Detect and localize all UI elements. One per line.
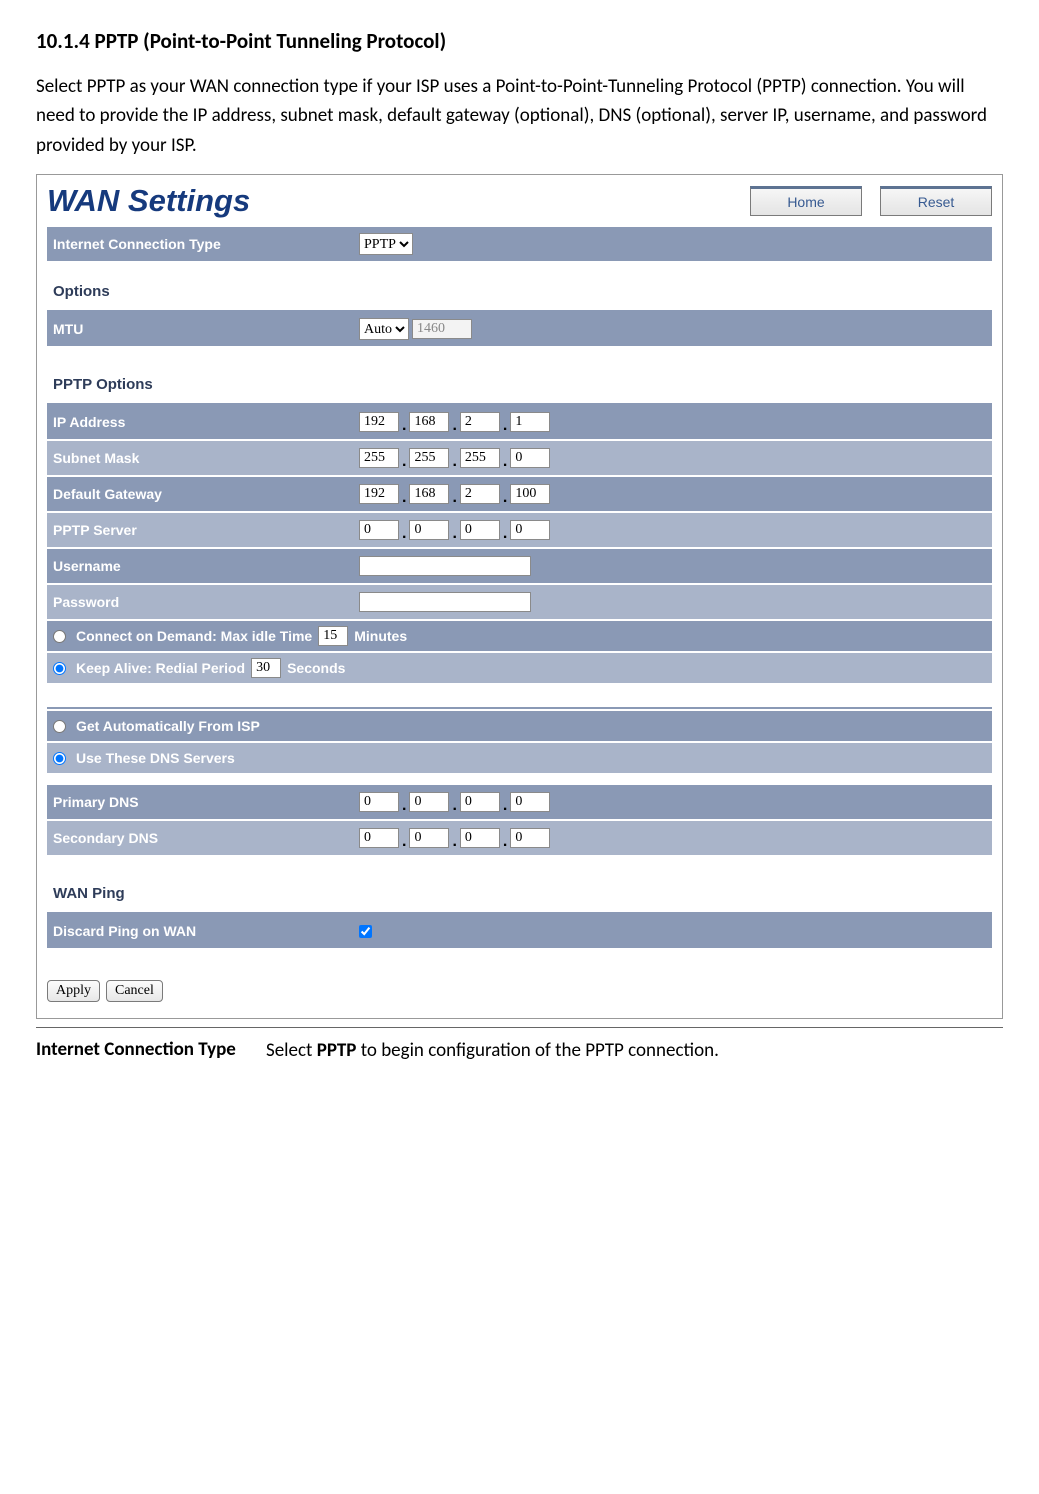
home-button[interactable]: Home (750, 186, 862, 216)
intro-paragraph: Select PPTP as your WAN connection type … (36, 72, 1003, 160)
pptp-server-label: PPTP Server (47, 522, 357, 538)
dns-manual-label: Use These DNS Servers (76, 750, 235, 766)
description-row: Internet Connection Type Select PPTP to … (36, 1034, 1003, 1067)
cancel-button[interactable]: Cancel (106, 980, 163, 1002)
primary-dns-label: Primary DNS (47, 794, 357, 810)
pptp-server-o1[interactable] (359, 520, 399, 540)
ip-address-o1[interactable] (359, 412, 399, 432)
mtu-mode-select[interactable]: Auto (359, 318, 409, 340)
password-input[interactable] (359, 592, 531, 612)
discard-ping-checkbox[interactable] (359, 925, 372, 938)
primary-dns-o1[interactable] (359, 792, 399, 812)
secondary-dns-o1[interactable] (359, 828, 399, 848)
connect-on-demand-label-after: Minutes (354, 628, 407, 644)
pptp-server-o2[interactable] (409, 520, 449, 540)
subnet-mask-o2[interactable] (409, 448, 449, 468)
wan-ping-heading: WAN Ping (47, 857, 992, 914)
dns-manual-radio[interactable] (53, 752, 66, 765)
pptp-options-heading: PPTP Options (47, 348, 992, 405)
primary-dns-o3[interactable] (460, 792, 500, 812)
secondary-dns-o4[interactable] (510, 828, 550, 848)
connection-type-label: Internet Connection Type (47, 236, 357, 252)
mtu-value-input[interactable] (412, 319, 472, 339)
default-gateway-o1[interactable] (359, 484, 399, 504)
username-label: Username (47, 558, 357, 574)
connection-type-select[interactable]: PPTP (359, 233, 413, 255)
discard-ping-label: Discard Ping on WAN (47, 923, 357, 939)
primary-dns-o2[interactable] (409, 792, 449, 812)
default-gateway-o4[interactable] (510, 484, 550, 504)
keep-alive-radio[interactable] (53, 662, 66, 675)
secondary-dns-o3[interactable] (460, 828, 500, 848)
keep-alive-label-after: Seconds (287, 660, 345, 676)
subnet-mask-label: Subnet Mask (47, 450, 357, 466)
panel-title: WAN Settings (47, 183, 250, 219)
reset-button[interactable]: Reset (880, 186, 992, 216)
ip-address-o3[interactable] (460, 412, 500, 432)
default-gateway-label: Default Gateway (47, 486, 357, 502)
keep-alive-label-before: Keep Alive: Redial Period (76, 660, 245, 676)
username-input[interactable] (359, 556, 531, 576)
ip-address-o2[interactable] (409, 412, 449, 432)
dns-auto-label: Get Automatically From ISP (76, 718, 260, 734)
max-idle-time-input[interactable] (318, 626, 348, 646)
secondary-dns-label: Secondary DNS (47, 830, 357, 846)
mtu-label: MTU (47, 321, 357, 337)
redial-period-input[interactable] (251, 658, 281, 678)
pptp-server-o4[interactable] (510, 520, 550, 540)
default-gateway-o2[interactable] (409, 484, 449, 504)
secondary-dns-o2[interactable] (409, 828, 449, 848)
password-label: Password (47, 594, 357, 610)
description-text: Select PPTP to begin configuration of th… (266, 1039, 719, 1062)
description-term: Internet Connection Type (36, 1038, 266, 1063)
ip-address-label: IP Address (47, 414, 357, 430)
dns-auto-radio[interactable] (53, 720, 66, 733)
description-divider (36, 1027, 1003, 1028)
wan-settings-panel: WAN Settings Home Reset Internet Connect… (36, 174, 1003, 1019)
section-heading: 10.1.4 PPTP (Point-to-Point Tunneling Pr… (36, 28, 1003, 54)
subnet-mask-o1[interactable] (359, 448, 399, 468)
default-gateway-o3[interactable] (460, 484, 500, 504)
connect-on-demand-label-before: Connect on Demand: Max idle Time (76, 628, 312, 644)
primary-dns-o4[interactable] (510, 792, 550, 812)
apply-button[interactable]: Apply (47, 980, 100, 1002)
options-heading: Options (47, 263, 992, 312)
subnet-mask-o4[interactable] (510, 448, 550, 468)
ip-address-o4[interactable] (510, 412, 550, 432)
connect-on-demand-radio[interactable] (53, 630, 66, 643)
subnet-mask-o3[interactable] (460, 448, 500, 468)
pptp-server-o3[interactable] (460, 520, 500, 540)
